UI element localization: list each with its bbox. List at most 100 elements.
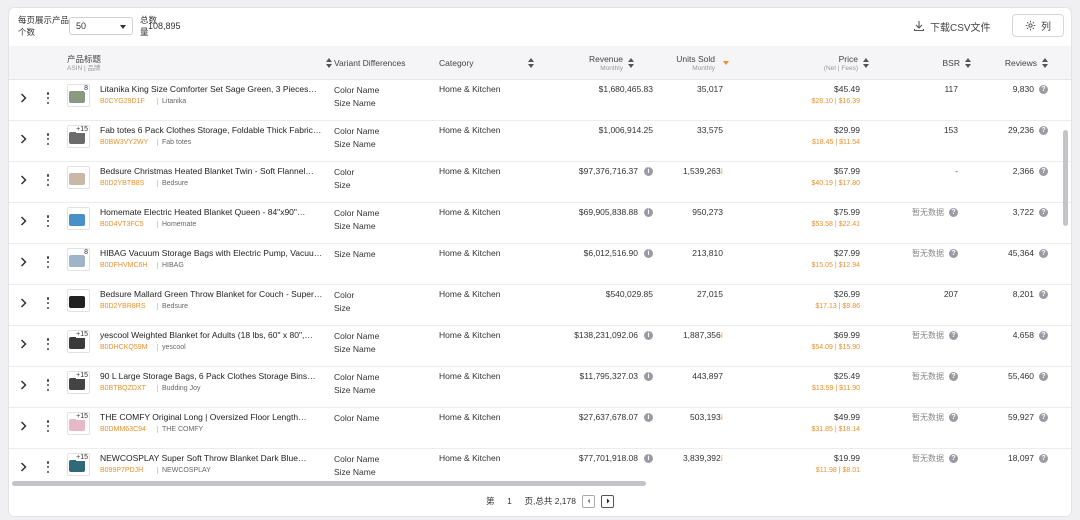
help-icon[interactable]: ? (1039, 166, 1048, 176)
expand-row-button[interactable] (17, 173, 29, 187)
col-bsr[interactable]: BSR (909, 46, 971, 80)
product-asin[interactable]: B0DFHVMC6H (100, 262, 147, 269)
expand-row-button[interactable] (17, 214, 29, 228)
product-asin[interactable]: B0D2YBR8RS (100, 303, 146, 310)
expand-row-button[interactable] (17, 460, 29, 474)
help-icon[interactable]: ? (1039, 371, 1048, 381)
table-row[interactable]: +15 THE COMFY Original Long | Oversized F… (9, 408, 1071, 449)
product-thumbnail[interactable] (67, 207, 90, 230)
table-row[interactable]: Bedsure Mallard Green Throw Blanket for … (9, 285, 1071, 326)
help-icon[interactable]: ? (1039, 330, 1048, 340)
expand-row-button[interactable] (17, 378, 29, 392)
product-asin[interactable]: B099P7PDJH (100, 467, 143, 474)
info-icon[interactable]: i (644, 248, 653, 258)
warning-flag-icon[interactable]: ⅰ (721, 413, 723, 422)
expand-row-button[interactable] (17, 132, 29, 146)
expand-row-button[interactable] (17, 419, 29, 433)
info-icon[interactable]: i (644, 371, 653, 381)
sort-icon[interactable] (863, 58, 869, 68)
sort-desc-icon[interactable] (723, 61, 729, 65)
col-units-sold[interactable]: Units Sold Monthly (659, 46, 729, 80)
row-menu-button[interactable] (44, 132, 52, 146)
row-menu-button[interactable] (44, 255, 52, 269)
col-category[interactable]: Category (439, 46, 534, 80)
product-title[interactable]: Homemate Electric Heated Blanket Queen -… (100, 207, 324, 217)
col-revenue[interactable]: Revenue Monthly (549, 46, 634, 80)
columns-button[interactable]: 列 (1012, 14, 1064, 37)
expand-row-button[interactable] (17, 91, 29, 105)
product-brand[interactable]: Homemate (157, 221, 196, 228)
product-title[interactable]: Litanika King Size Comforter Set Sage Gr… (100, 84, 324, 94)
product-thumbnail[interactable] (67, 289, 90, 312)
sort-icon[interactable] (326, 58, 332, 68)
warning-flag-icon[interactable]: ⅰ (721, 331, 723, 340)
vertical-scrollbar[interactable] (1063, 130, 1068, 226)
row-menu-button[interactable] (44, 296, 52, 310)
expand-row-button[interactable] (17, 296, 29, 310)
next-page-button[interactable] (601, 494, 614, 508)
info-icon[interactable]: i (644, 412, 653, 422)
row-menu-button[interactable] (44, 173, 52, 187)
info-icon[interactable]: i (644, 330, 653, 340)
product-asin[interactable]: B0DHCKQ59M (100, 344, 147, 351)
product-title[interactable]: NEWCOSPLAY Super Soft Throw Blanket Dark… (100, 453, 324, 463)
product-asin[interactable]: B0DMM63C94 (100, 426, 146, 433)
expand-row-button[interactable] (17, 337, 29, 351)
product-title[interactable]: 90 L Large Storage Bags, 6 Pack Clothes … (100, 371, 324, 381)
download-csv-button[interactable]: 下载CSV文件 (913, 15, 991, 37)
row-menu-button[interactable] (44, 378, 52, 392)
col-reviews[interactable]: Reviews (984, 46, 1048, 80)
product-title[interactable]: Fab totes 6 Pack Clothes Storage, Foldab… (100, 125, 324, 135)
product-title[interactable]: Bedsure Mallard Green Throw Blanket for … (100, 289, 324, 299)
table-row[interactable]: Homemate Electric Heated Blanket Queen -… (9, 203, 1071, 244)
sort-icon[interactable] (528, 58, 534, 68)
info-icon[interactable]: i (644, 166, 653, 176)
product-thumbnail[interactable]: 8 (67, 248, 90, 271)
sort-icon[interactable] (1042, 58, 1048, 68)
product-asin[interactable]: B0D2YBTB8S (100, 180, 144, 187)
product-thumbnail[interactable]: +15 (67, 412, 90, 435)
product-brand[interactable]: Litanika (157, 98, 186, 105)
help-icon[interactable]: ? (949, 208, 958, 217)
sort-icon[interactable] (965, 58, 971, 68)
product-brand[interactable]: THE COMFY (157, 426, 203, 433)
table-row[interactable]: Bedsure Christmas Heated Blanket Twin - … (9, 162, 1071, 203)
product-brand[interactable]: Bedsure (157, 180, 188, 187)
help-icon[interactable]: ? (1039, 207, 1048, 217)
info-icon[interactable]: i (644, 453, 653, 463)
row-menu-button[interactable] (44, 460, 52, 474)
product-title[interactable]: THE COMFY Original Long | Oversized Floo… (100, 412, 324, 422)
sort-icon[interactable] (628, 58, 634, 68)
product-thumbnail[interactable]: 8 (67, 84, 90, 107)
help-icon[interactable]: ? (1039, 84, 1048, 94)
per-page-select[interactable]: 50 (69, 17, 133, 35)
row-menu-button[interactable] (44, 91, 52, 105)
help-icon[interactable]: ? (1039, 289, 1048, 299)
table-row[interactable]: 8 HIBAG Vacuum Storage Bags with Electric… (9, 244, 1071, 285)
table-row[interactable]: +15 yescool Weighted Blanket for Adults (… (9, 326, 1071, 367)
product-asin[interactable]: B0BTBQZDXT (100, 385, 146, 392)
product-title[interactable]: HIBAG Vacuum Storage Bags with Electric … (100, 248, 324, 258)
product-thumbnail[interactable]: +15 (67, 453, 90, 476)
expand-row-button[interactable] (17, 255, 29, 269)
product-brand[interactable]: yescool (157, 344, 186, 351)
help-icon[interactable]: ? (1039, 248, 1048, 258)
product-title[interactable]: Bedsure Christmas Heated Blanket Twin - … (100, 166, 324, 176)
help-icon[interactable]: ? (949, 249, 958, 258)
product-asin[interactable]: B0BW3VY2WY (100, 139, 148, 146)
product-thumbnail[interactable] (67, 166, 90, 189)
product-asin[interactable]: B0D4VT3FC5 (100, 221, 144, 228)
product-asin[interactable]: B0CYG29D1F (100, 98, 145, 105)
help-icon[interactable]: ? (949, 413, 958, 422)
product-brand[interactable]: Fab totes (157, 139, 191, 146)
help-icon[interactable]: ? (1039, 412, 1048, 422)
table-row[interactable]: 8 Litanika King Size Comforter Set Sage G… (9, 80, 1071, 121)
col-price[interactable]: Price (Net | Fees) (799, 46, 869, 80)
table-row[interactable]: +15 Fab totes 6 Pack Clothes Storage, Fol… (9, 121, 1071, 162)
product-brand[interactable]: Bedsure (157, 303, 188, 310)
product-thumbnail[interactable]: +15 (67, 125, 90, 148)
warning-flag-icon[interactable]: ⅰ (721, 167, 723, 176)
help-icon[interactable]: ? (1039, 125, 1048, 135)
prev-page-button[interactable] (582, 494, 595, 508)
row-menu-button[interactable] (44, 337, 52, 351)
